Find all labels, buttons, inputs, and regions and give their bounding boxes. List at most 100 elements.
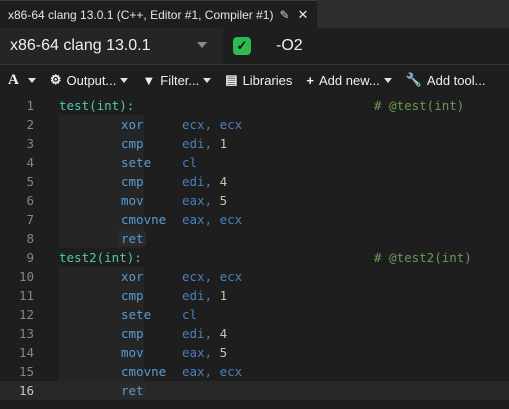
operand-registers: ecx, ecx — [182, 117, 243, 132]
add-new-button[interactable]: + Add new... — [306, 72, 392, 88]
line-number: 10 — [18, 269, 34, 284]
line-number: 12 — [18, 307, 34, 322]
font-button[interactable]: A — [8, 72, 36, 89]
filter-icon: ▼ — [142, 72, 156, 88]
operand-registers: cl — [182, 155, 198, 170]
compiler-bar: x86-64 clang 13.0.1 ✓ — [0, 28, 509, 65]
line-number: 6 — [26, 193, 34, 208]
instruction-operands: eax, ecx — [182, 212, 242, 227]
operand-registers: cl — [182, 307, 198, 322]
instruction-mnemonic: xor — [121, 269, 144, 284]
close-icon[interactable]: ✕ — [298, 7, 309, 23]
line-number: 15 — [18, 364, 34, 379]
instruction-operands: eax, 5 — [182, 193, 227, 208]
libraries-button[interactable]: ▤ Libraries — [225, 72, 292, 88]
line-number: 4 — [26, 155, 34, 170]
line-number: 3 — [26, 136, 34, 151]
instruction-operands: eax, 5 — [182, 345, 227, 360]
line-number: 2 — [26, 117, 34, 132]
compiler-options-input[interactable] — [262, 28, 509, 64]
operand-registers: ecx, ecx — [182, 269, 243, 284]
add-tool-label: Add tool... — [426, 72, 486, 88]
instruction-operands: eax, ecx — [182, 364, 242, 379]
code-line[interactable]: 12 sete cl — [0, 305, 509, 324]
gear-icon: ⚙ — [49, 72, 62, 87]
instruction-mnemonic: cmp — [121, 326, 144, 341]
filter-button[interactable]: ▼ Filter... — [142, 72, 212, 88]
operand-immediate: 4 — [219, 174, 228, 189]
code-line[interactable]: 8 ret — [0, 229, 509, 248]
code-comment: # @test(int) — [374, 98, 465, 113]
instruction-mnemonic: sete — [121, 307, 152, 322]
operand-registers: edi, — [182, 136, 220, 151]
tab-title: x86-64 clang 13.0.1 (C++, Editor #1, Com… — [8, 7, 274, 22]
instruction-mnemonic: ret — [119, 231, 146, 246]
output-button[interactable]: ⚙ Output... — [50, 72, 129, 88]
instruction-operands: edi, 1 — [182, 136, 227, 151]
operand-registers: eax, ecx — [182, 212, 243, 227]
line-number: 7 — [26, 212, 34, 227]
line-number: 13 — [18, 326, 34, 341]
line-number: 1 — [26, 98, 34, 113]
function-label: test2(int): — [59, 250, 142, 265]
code-line[interactable]: 2 xor ecx, ecx — [0, 115, 509, 134]
operand-immediate: 1 — [219, 136, 228, 151]
instruction-operands: cl — [182, 155, 197, 170]
operand-immediate: 5 — [219, 193, 228, 208]
function-label: test(int): — [59, 98, 135, 113]
filter-label: Filter... — [160, 72, 200, 88]
instruction-mnemonic: cmp — [121, 174, 144, 189]
line-number: 5 — [26, 174, 34, 189]
operand-immediate: 4 — [219, 326, 228, 341]
wrench-icon: 🔧 — [405, 72, 422, 87]
code-line[interactable]: 9 test2(int): # @test2(int) — [0, 248, 509, 267]
assembly-output[interactable]: 1 test(int): # @test(int) 2 xor ecx, ecx 3 cmp e… — [0, 96, 509, 409]
instruction-mnemonic: cmovne — [121, 364, 167, 379]
compiler-select[interactable]: x86-64 clang 13.0.1 — [0, 28, 223, 64]
code-line[interactable]: 16 ret — [0, 381, 509, 400]
book-icon: ▤ — [225, 72, 238, 87]
instruction-operands: edi, 4 — [182, 326, 227, 341]
code-line[interactable]: 13 cmp edi, 4 — [0, 324, 509, 343]
code-line[interactable]: 6 mov eax, 5 — [0, 191, 509, 210]
check-icon[interactable]: ✓ — [233, 37, 251, 55]
pencil-icon[interactable]: ✎ — [279, 8, 289, 22]
code-line[interactable]: 11 cmp edi, 1 — [0, 286, 509, 305]
chevron-down-icon — [120, 77, 129, 83]
operand-registers: edi, — [182, 174, 220, 189]
instruction-mnemonic: cmp — [121, 288, 144, 303]
instruction-mnemonic: cmovne — [121, 212, 167, 227]
line-number: 14 — [18, 345, 34, 360]
operand-immediate: 5 — [219, 345, 228, 360]
tab-bar: x86-64 clang 13.0.1 (C++, Editor #1, Com… — [0, 0, 509, 28]
chevron-down-icon — [383, 77, 392, 83]
code-line[interactable]: 14 mov eax, 5 — [0, 343, 509, 362]
code-line[interactable]: 7 cmovne eax, ecx — [0, 210, 509, 229]
line-number: 11 — [18, 288, 34, 303]
instruction-operands: edi, 1 — [182, 288, 227, 303]
code-line[interactable]: 15 cmovne eax, ecx — [0, 362, 509, 381]
instruction-mnemonic: cmp — [121, 136, 144, 151]
libraries-label: Libraries — [242, 72, 293, 88]
operand-registers: edi, — [182, 326, 220, 341]
line-number: 8 — [26, 231, 34, 246]
add-tool-button[interactable]: 🔧 Add tool... — [406, 72, 486, 88]
instruction-operands: cl — [182, 307, 197, 322]
instruction-mnemonic: sete — [121, 155, 152, 170]
operand-registers: eax, — [182, 345, 220, 360]
plus-icon: + — [306, 72, 315, 88]
instruction-operands: ecx, ecx — [182, 117, 242, 132]
code-line[interactable]: 4 sete cl — [0, 153, 509, 172]
operand-registers: eax, ecx — [182, 364, 243, 379]
instruction-mnemonic: xor — [121, 117, 144, 132]
font-icon: A — [8, 71, 19, 88]
code-line[interactable]: 5 cmp edi, 4 — [0, 172, 509, 191]
code-line[interactable]: 10 xor ecx, ecx — [0, 267, 509, 286]
instruction-operands: edi, 4 — [182, 174, 227, 189]
code-line[interactable]: 3 cmp edi, 1 — [0, 134, 509, 153]
toolbar: A ⚙ Output... ▼ Filter... ▤ Libraries + … — [0, 66, 509, 94]
code-comment: # @test2(int) — [374, 250, 472, 265]
tab-compiler[interactable]: x86-64 clang 13.0.1 (C++, Editor #1, Com… — [0, 0, 317, 28]
chevron-down-icon — [203, 77, 212, 83]
code-line[interactable]: 1 test(int): # @test(int) — [0, 96, 509, 115]
